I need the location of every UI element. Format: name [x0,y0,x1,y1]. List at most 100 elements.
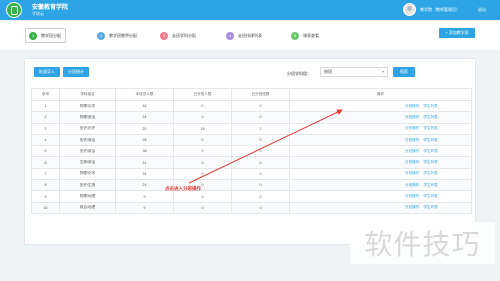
cell-subject: 物理/地理 [59,190,116,203]
cell-total: 9 [115,190,174,203]
cell-actions: 分班操作 学生列表 [289,99,472,113]
class-operation-link[interactable]: 分班操作 [405,205,419,209]
cell-index: 10 [31,201,60,214]
cell-total: 31 [115,156,174,169]
class-operation-link[interactable]: 分班操作 [405,160,419,164]
step-number-badge: 4 [226,31,234,40]
cell-subject: 物理/政治 [59,111,116,124]
step-number-badge: 2 [97,31,105,40]
school-logo-icon [6,2,22,18]
col-header-subject: 学科组合 [59,88,116,101]
col-header-classes: 已分班班数 [231,88,290,101]
cell-total: 46 [115,99,174,113]
cell-assigned: 0 [173,111,232,124]
cell-classes: 0 [231,99,290,113]
watermark-text: 软件技巧 [364,228,481,261]
class-operation-link[interactable]: 分班操作 [405,104,419,108]
cell-actions: 分班操作 学生列表 [289,201,472,214]
cell-total: 38 [115,145,174,158]
cell-actions: 分班操作 学生列表 [289,156,472,169]
student-list-link[interactable]: 学生列表 [423,149,437,153]
cell-index: 7 [31,167,60,181]
student-list-link[interactable]: 学生列表 [423,171,437,175]
cell-subject: 政治/地理 [59,201,116,214]
cell-assigned: 18 [173,122,232,135]
cell-total: 24 [115,167,174,181]
watermark: 软件技巧 [350,222,495,264]
cell-actions: 分班操作 学生列表 [289,122,472,135]
subject-group-select[interactable]: 物理 ▾ [320,67,388,77]
search-button[interactable]: 搜索 [393,67,415,77]
cell-assigned: 0 [173,190,232,203]
annotation-text: 点击进入分班操作 [165,186,201,191]
cell-assigned: 0 [173,133,232,147]
student-list-link[interactable]: 学生列表 [423,115,437,119]
student-list-link[interactable]: 学生列表 [423,183,437,187]
table-row: 9 物理/地理 9 0 0 分班操作 学生列表 [31,190,472,203]
filter-label: 分班学科组： [287,71,311,76]
step-timetable-view[interactable]: 5 课表查看 [291,28,319,43]
cell-total: 28 [115,133,174,147]
cell-subject: 物理/化学 [59,99,116,113]
table-row: 1 物理/化学 46 0 0 分班操作 学生列表 [31,99,472,113]
student-list-link[interactable]: 学生列表 [423,126,437,130]
table-row: 4 历史/政治 28 0 0 分班操作 学生列表 [31,133,472,147]
class-operation-link[interactable]: 分班操作 [405,149,419,153]
cell-classes: 0 [231,167,290,181]
step-teacher-allocation[interactable]: 2 教学班教师分配 [97,28,137,43]
class-operation-link[interactable]: 分班操作 [405,183,419,187]
cell-classes: 2 [231,122,290,135]
class-operation-link[interactable]: 分班操作 [405,126,419,130]
step-schedule-list[interactable]: 4 走班排课列表 [226,28,262,43]
class-operation-link[interactable]: 分班操作 [405,115,419,119]
cell-subject: 历史/生物 [59,179,116,192]
cell-classes: 0 [231,190,290,203]
cell-subject: 生物/政治 [59,156,116,169]
student-list-link[interactable]: 学生列表 [423,104,437,108]
step-number-badge: 3 [160,31,168,40]
table-row: 6 生物/政治 31 0 0 分班操作 学生列表 [31,156,472,169]
table-row: 5 历史/政治 38 0 0 分班操作 学生列表 [31,145,472,158]
user-name[interactable]: 教学院（教师管理员） [420,7,460,13]
app-title: 安徽教育学院 [32,5,69,11]
table-row: 2 物理/政治 24 0 0 分班操作 学生列表 [31,111,472,124]
batch-import-button[interactable]: 批量导入 [34,67,60,77]
cell-total: 9 [115,201,174,214]
cell-index: 6 [31,156,60,169]
cell-assigned: 0 [173,167,232,181]
class-operation-link[interactable]: 分班操作 [405,171,419,175]
cell-actions: 分班操作 学生列表 [289,190,472,203]
class-operation-link[interactable]: 分班操作 [405,138,419,142]
cell-assigned: 0 [173,99,232,113]
cell-total: 24 [115,111,174,124]
student-list-link[interactable]: 学生列表 [423,160,437,164]
cell-assigned: 0 [173,156,232,169]
cell-classes: 0 [231,145,290,158]
cell-classes: 0 [231,133,290,147]
cell-actions: 分班操作 学生列表 [289,133,472,147]
add-class-button[interactable]: + 添加教学班 [439,28,475,38]
cell-actions: 分班操作 学生列表 [289,111,472,124]
cell-actions: 分班操作 学生列表 [289,167,472,181]
step-class-allocation[interactable]: 1 教学班分配 [25,28,66,43]
student-list-link[interactable]: 学生列表 [423,194,437,198]
cell-actions: 分班操作 学生列表 [289,179,472,192]
app-subtitle: 学校云 [32,11,44,16]
class-stats-button[interactable]: 分班统计 [63,67,89,77]
chevron-down-icon: ▾ [381,69,384,74]
class-operation-link[interactable]: 分班操作 [405,194,419,198]
cell-index: 1 [31,99,60,113]
step-subject-allocation[interactable]: 3 走班学科分配 [160,28,196,43]
student-list-link[interactable]: 学生列表 [423,138,437,142]
student-list-link[interactable]: 学生列表 [423,205,437,209]
user-avatar[interactable] [403,3,416,16]
table-row: 3 历史/历史 20 18 2 分班操作 学生列表 [31,122,472,135]
logout-link[interactable]: 退出 [478,7,486,13]
cell-subject: 历史/历史 [59,122,116,135]
cell-classes: 0 [231,201,290,214]
cell-subject: 历史/政治 [59,145,116,158]
cell-actions: 分班操作 学生列表 [289,145,472,158]
cell-index: 8 [31,179,60,192]
cell-index: 5 [31,145,60,158]
step-label: 教学班教师分配 [109,32,137,38]
